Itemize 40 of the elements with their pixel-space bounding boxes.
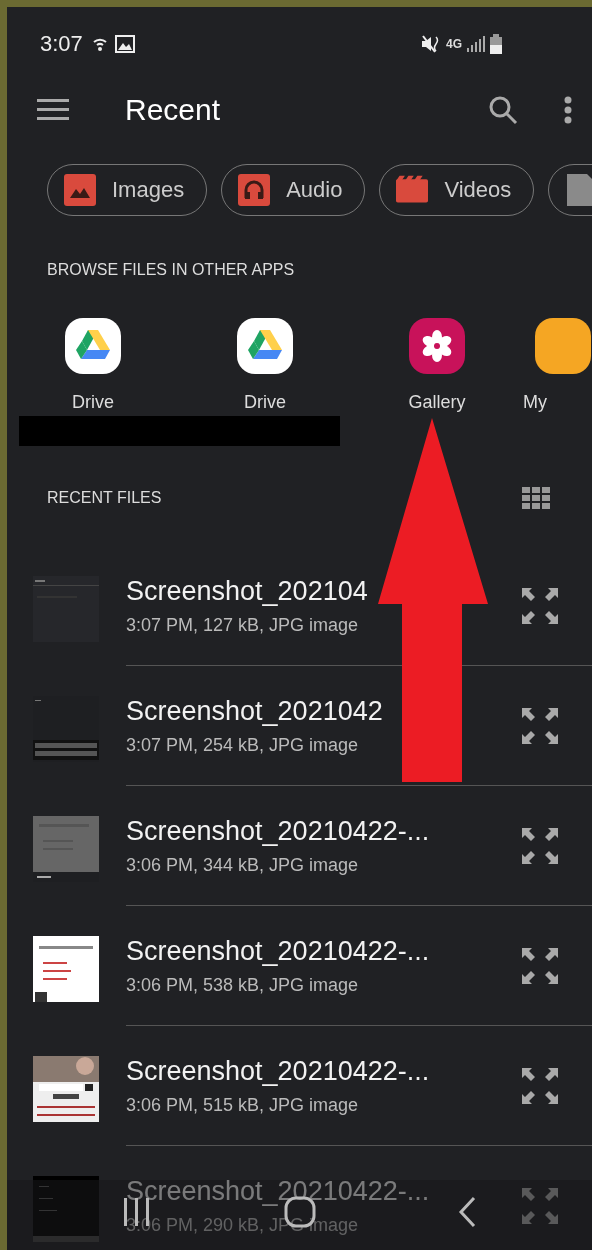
file-name[interactable]: Screenshot_2021042 bbox=[126, 695, 592, 727]
section-header: RECENT FILES bbox=[46, 489, 162, 507]
signal-icon bbox=[467, 35, 485, 52]
app-label[interactable]: Drive bbox=[244, 392, 286, 413]
file-name[interactable]: Screenshot_20210422-... bbox=[126, 815, 592, 847]
file-details: 3:06 PM, 344 kB, JPG image bbox=[126, 854, 360, 876]
app-label[interactable]: My bbox=[523, 392, 547, 413]
file-details: 3:06 PM, 515 kB, JPG image bbox=[126, 1094, 360, 1116]
file-name[interactable]: Screenshot_202104 bbox=[126, 575, 592, 607]
file-name[interactable]: Screenshot_20210422-... bbox=[126, 1175, 592, 1207]
app-label[interactable]: Gallery bbox=[408, 392, 466, 413]
grid-view-icon[interactable] bbox=[522, 487, 550, 509]
network-type: 4G bbox=[446, 36, 462, 51]
expand-icon[interactable] bbox=[520, 1066, 560, 1106]
flower-icon bbox=[409, 318, 465, 374]
image-icon bbox=[64, 174, 96, 206]
back-icon[interactable] bbox=[457, 1196, 477, 1228]
file-details: 3:06 PM, 538 kB, JPG image bbox=[126, 974, 360, 996]
expand-icon[interactable] bbox=[520, 946, 560, 986]
triangle-logo-icon bbox=[65, 318, 121, 374]
status-time: 3:07 bbox=[40, 30, 83, 57]
section-header: BROWSE FILES IN OTHER APPS bbox=[46, 261, 295, 279]
triangle-logo-icon bbox=[237, 318, 293, 374]
battery-icon bbox=[490, 33, 502, 54]
file-details: 3:07 PM, 254 kB, JPG image bbox=[126, 734, 360, 756]
image-icon bbox=[114, 34, 135, 53]
mute-icon bbox=[421, 34, 441, 53]
file-name[interactable]: Screenshot_20210422-... bbox=[126, 1055, 592, 1087]
file-name[interactable]: Screenshot_20210422-... bbox=[126, 935, 592, 967]
document-icon bbox=[565, 174, 592, 206]
expand-icon[interactable] bbox=[520, 826, 560, 866]
menu-icon[interactable] bbox=[37, 99, 69, 121]
search-icon[interactable] bbox=[488, 95, 518, 125]
app-label[interactable]: Drive bbox=[72, 392, 114, 413]
expand-icon[interactable] bbox=[520, 586, 560, 626]
file-details: 3:07 PM, 127 kB, JPG image bbox=[126, 614, 360, 636]
more-options-icon[interactable] bbox=[564, 96, 572, 124]
page-title: Recent bbox=[125, 93, 221, 127]
expand-icon[interactable] bbox=[520, 706, 560, 746]
headphones-icon bbox=[238, 174, 271, 206]
